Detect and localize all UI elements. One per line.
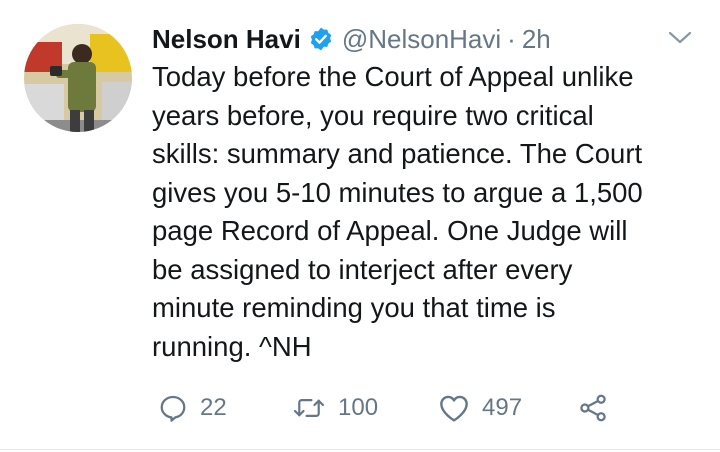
tweet-text-line: gives you 5-10 minutes to argue a 1,500 (152, 176, 643, 208)
retweet-button[interactable]: 100 (292, 386, 378, 430)
tweet-text-line: running. ^NH (152, 330, 312, 362)
reply-count: 22 (200, 394, 227, 421)
share-button[interactable] (578, 386, 608, 430)
tweet-text: Today before the Court of Appeal unlike … (152, 58, 704, 366)
tweet-actions: 22 100 497 (152, 386, 712, 430)
heart-icon (440, 395, 468, 422)
avatar[interactable] (24, 24, 132, 132)
verified-badge-icon (308, 26, 334, 52)
previous-tweet-edge (0, 0, 720, 10)
tweet-divider (0, 449, 720, 450)
like-button[interactable]: 497 (438, 386, 522, 430)
tweet-header: Nelson Havi @NelsonHavi · 2h (152, 22, 551, 56)
share-icon (580, 394, 606, 422)
tweet-text-line: skills: summary and patience. The Court (152, 138, 643, 169)
avatar-photo (24, 24, 132, 132)
author-name[interactable]: Nelson Havi (152, 24, 301, 55)
timestamp[interactable]: 2h (522, 24, 551, 55)
tweet-text-line: minute reminding you that time is (152, 292, 556, 323)
separator-dot: · (507, 23, 516, 54)
author-handle[interactable]: @NelsonHavi (342, 24, 501, 55)
tweet-text-line: Today before the Court of Appeal unlike (152, 61, 634, 92)
chevron-down-icon[interactable] (666, 28, 694, 48)
like-count: 497 (482, 394, 523, 421)
reply-icon (160, 395, 186, 422)
reply-button[interactable]: 22 (158, 386, 227, 430)
retweet-count: 100 (338, 394, 379, 421)
tweet-text-line: be assigned to interject after every (152, 253, 573, 285)
retweet-icon (293, 399, 325, 417)
tweet-text-line: years before, you require two critical (152, 99, 594, 131)
tweet-text-line: page Record of Appeal. One Judge will (152, 215, 628, 246)
